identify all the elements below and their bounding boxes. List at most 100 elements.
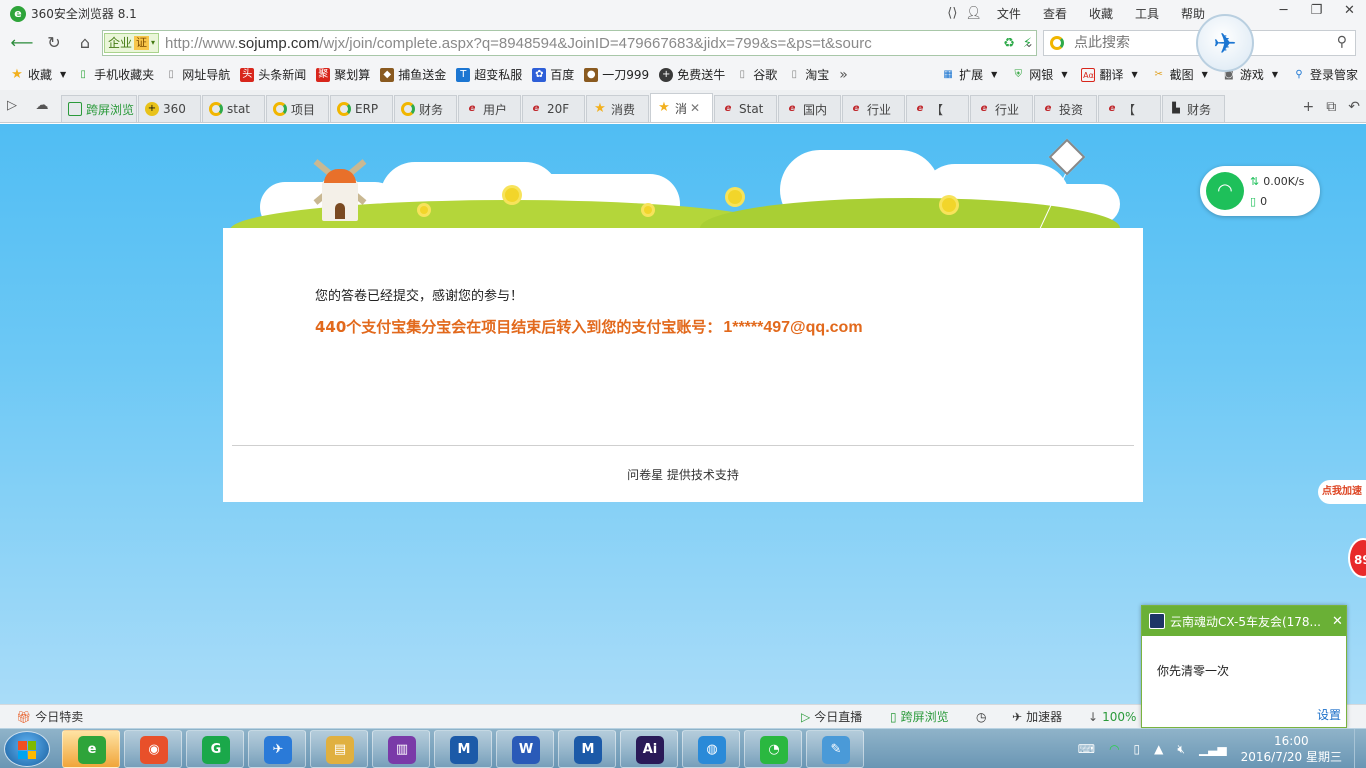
taskbar-app-button[interactable]: ◔: [744, 730, 802, 768]
tool-login-manager[interactable]: ⚲ 登录管家: [1292, 66, 1358, 83]
tab-list-icon[interactable]: ⧉: [1326, 99, 1336, 115]
bookmark-google[interactable]: ▯ 谷歌: [735, 66, 777, 83]
bookmarks-more-button[interactable]: »: [839, 67, 848, 83]
cloud-icon[interactable]: ☁: [24, 89, 60, 122]
search-input[interactable]: [1074, 35, 1304, 51]
tab-erp[interactable]: ERP: [330, 95, 393, 122]
taskbar-app-button[interactable]: ◉: [124, 730, 182, 768]
bookmark-nav[interactable]: ▯ 网址导航: [164, 66, 230, 83]
taskbar-app-button[interactable]: ◍: [682, 730, 740, 768]
menu-tools[interactable]: 工具: [1124, 5, 1170, 22]
show-hidden-icon[interactable]: ▲: [1154, 742, 1163, 756]
bird-logo-icon[interactable]: ✈: [1196, 14, 1254, 72]
taskbar-app-button[interactable]: ▤: [310, 730, 368, 768]
arrows-icon[interactable]: ⟨⟩: [943, 6, 961, 21]
bookmark-news[interactable]: 头头条新闻: [240, 66, 306, 83]
notification-settings-link[interactable]: 设置: [1317, 706, 1341, 723]
sidebar-toggle-icon[interactable]: ▷: [0, 89, 24, 122]
undo-close-icon[interactable]: ↶: [1348, 99, 1360, 115]
bookmark-mobile[interactable]: ▯ 手机收藏夹: [76, 66, 154, 83]
clock[interactable]: 16:00 2016/7/20 星期三: [1241, 733, 1342, 765]
tab-20f[interactable]: e 20F: [522, 95, 585, 122]
menu-favorites[interactable]: 收藏: [1078, 5, 1124, 22]
taskbar-app-button[interactable]: G: [186, 730, 244, 768]
tab-fullscreen[interactable]: 跨屏浏览: [61, 95, 137, 122]
tab-finance[interactable]: 财务: [394, 95, 457, 122]
tab-bracket[interactable]: e 【: [906, 95, 969, 122]
download-status[interactable]: ↓ 100%: [1088, 710, 1136, 724]
tab-bracket2[interactable]: e 【: [1098, 95, 1161, 122]
tab-consumer[interactable]: ★ 消费: [586, 95, 649, 122]
bookmark-favorites[interactable]: ★ 收藏 ▼: [10, 66, 66, 83]
refresh-button[interactable]: ↻: [40, 31, 68, 55]
address-dropdown-button[interactable]: ⌄: [1015, 31, 1043, 55]
bookmark-free[interactable]: + 免费送牛: [659, 66, 725, 83]
tab-stat[interactable]: stat: [202, 95, 265, 122]
bookmark-juhuasuan[interactable]: 聚聚划算: [316, 66, 370, 83]
recycle-icon[interactable]: ♻: [1003, 36, 1015, 51]
new-tab-icon[interactable]: +: [1303, 99, 1315, 115]
enterprise-cert-badge[interactable]: 企业 证 ▾: [104, 33, 160, 53]
tab-finance2[interactable]: ▙ 财务: [1162, 95, 1225, 122]
accelerate-badge[interactable]: 点我加速: [1318, 480, 1366, 504]
taskbar-app-button[interactable]: e: [62, 730, 120, 768]
taskbar-app-button[interactable]: Ai: [620, 730, 678, 768]
url-text[interactable]: http://www.sojump.com/wjx/join/complete.…: [165, 35, 965, 52]
tab-stat2[interactable]: e Stat: [714, 95, 777, 122]
tool-banking[interactable]: ⛨ 网银 ▼: [1011, 66, 1068, 83]
menu-file[interactable]: 文件: [986, 5, 1032, 22]
taskbar-app-button[interactable]: M: [434, 730, 492, 768]
bookmark-fishing[interactable]: ◆ 捕鱼送金: [380, 66, 446, 83]
tab-users[interactable]: e 用户: [458, 95, 521, 122]
speed-dial-button[interactable]: ◷: [976, 710, 990, 724]
tab-invest[interactable]: e 投资: [1034, 95, 1097, 122]
show-desktop-button[interactable]: [1354, 729, 1366, 768]
taskbar-app-button[interactable]: W: [496, 730, 554, 768]
maximize-button[interactable]: ❐: [1300, 0, 1333, 22]
taskbar-app-button[interactable]: M: [558, 730, 616, 768]
signal-icon[interactable]: ▁▃▅: [1199, 742, 1227, 756]
today-live-button[interactable]: ▷ 今日直播: [801, 708, 862, 725]
tab-project[interactable]: 项目: [266, 95, 329, 122]
bookmark-game[interactable]: ● 一刀999: [584, 66, 649, 83]
tab-360[interactable]: +360: [138, 95, 201, 122]
volume-muted-icon[interactable]: 🔇︎: [1177, 742, 1185, 757]
minimize-button[interactable]: ─: [1267, 0, 1300, 22]
tool-translate[interactable]: Aα 翻译 ▼: [1081, 66, 1138, 83]
group-name[interactable]: 云南魂动CX-5车友会(178...: [1170, 613, 1330, 630]
tab-industry2[interactable]: e 行业: [970, 95, 1033, 122]
taskbar-app-button[interactable]: ✎: [806, 730, 864, 768]
tab-active[interactable]: ★ 消 ✕: [650, 93, 713, 122]
tool-screenshot[interactable]: ✂ 截图 ▼: [1152, 66, 1207, 83]
close-window-button[interactable]: ✕: [1333, 0, 1366, 22]
tab-domestic[interactable]: e 国内: [778, 95, 841, 122]
user-icon[interactable]: 👤︎: [961, 6, 986, 21]
close-icon[interactable]: ✕: [1332, 614, 1343, 629]
tab-industry[interactable]: e 行业: [842, 95, 905, 122]
fullscreen-status-button[interactable]: ▯ 跨屏浏览: [890, 708, 949, 725]
accelerator-button[interactable]: ✈ 加速器: [1012, 708, 1062, 725]
taskbar-app-button[interactable]: ✈: [248, 730, 306, 768]
back-button[interactable]: ⟵: [8, 31, 36, 55]
bookmark-taobao[interactable]: ▯ 淘宝: [787, 66, 829, 83]
today-sale-button[interactable]: 🎁︎ 今日特卖: [16, 708, 83, 725]
accelerate-ball[interactable]: 89: [1348, 538, 1366, 578]
close-tab-icon[interactable]: ✕: [690, 101, 700, 115]
bookmark-baidu[interactable]: ✿ 百度: [532, 66, 574, 83]
taskbar-app-button[interactable]: ▥: [372, 730, 430, 768]
network-speed-widget[interactable]: ◠ ⇅ 0.00K/s ▯ 0: [1200, 166, 1320, 216]
search-icon[interactable]: ⚲: [1337, 34, 1347, 50]
keyboard-icon[interactable]: ⌨: [1078, 742, 1095, 756]
home-button[interactable]: ⌂: [71, 31, 99, 55]
wifi-tray-icon[interactable]: ◠: [1109, 742, 1119, 756]
start-button[interactable]: [4, 731, 50, 767]
address-bar[interactable]: 企业 证 ▾ http://www.sojump.com/wjx/join/co…: [102, 30, 1037, 56]
bookmark-server[interactable]: T 超变私服: [456, 66, 522, 83]
chat-notification[interactable]: 云南魂动CX-5车友会(178... ✕ 你先清零一次 设置: [1141, 605, 1347, 728]
battery-icon[interactable]: ▯: [1134, 742, 1141, 756]
tool-extensions[interactable]: ▦ 扩展 ▼: [941, 66, 997, 83]
notification-message[interactable]: 你先清零一次: [1142, 636, 1346, 679]
menu-view[interactable]: 查看: [1032, 5, 1078, 22]
tech-support-link[interactable]: 问卷星 提供技术支持: [223, 466, 1143, 483]
search-engine-icon[interactable]: [1050, 36, 1064, 50]
